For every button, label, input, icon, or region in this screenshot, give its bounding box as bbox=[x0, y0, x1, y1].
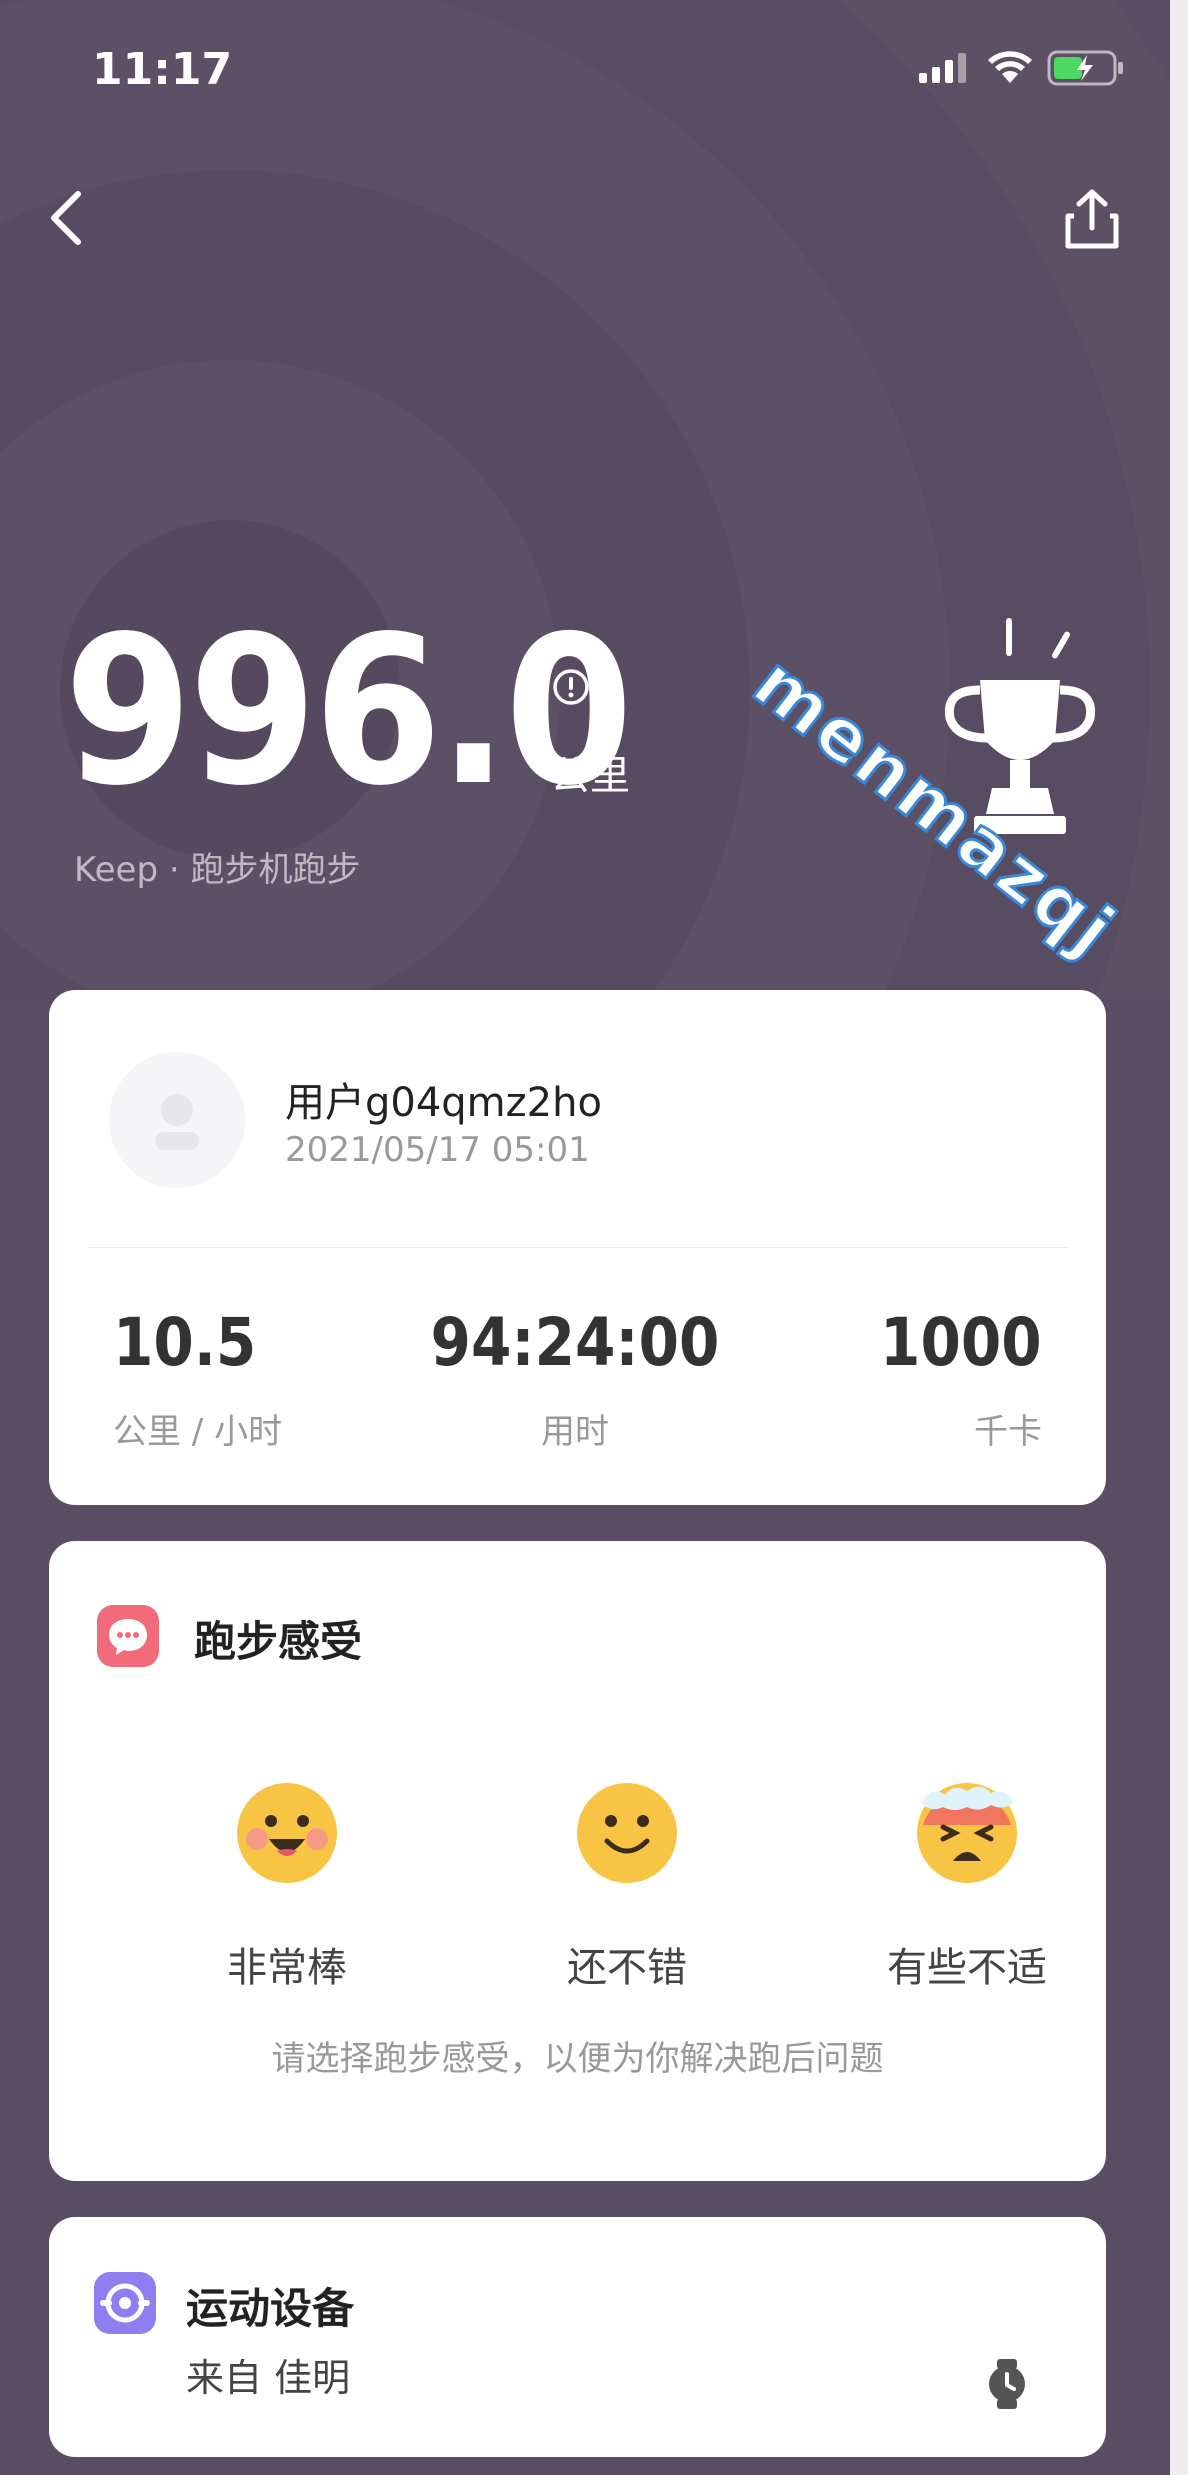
edge-strip bbox=[1170, 0, 1188, 2475]
section-title: 跑步感受 bbox=[194, 1617, 363, 1666]
status-icons bbox=[917, 50, 1125, 86]
user-placeholder-icon bbox=[155, 1094, 199, 1150]
workout-source: Keep · 跑步机跑步 bbox=[74, 850, 361, 890]
user-name: 用户g04qmz2ho bbox=[285, 1080, 602, 1126]
stat-duration: 94:24:00 用时 bbox=[405, 1310, 745, 1453]
stat-value: 10.5 bbox=[113, 1304, 257, 1381]
stat-pace: 10.5 公里 / 小时 bbox=[113, 1310, 282, 1453]
workout-datetime: 2021/05/17 05:01 bbox=[285, 1130, 590, 1170]
chat-bubble-icon bbox=[97, 1605, 159, 1667]
stat-label: 千卡 bbox=[974, 1412, 1042, 1452]
battery-icon bbox=[1047, 50, 1123, 86]
divider bbox=[87, 1247, 1068, 1248]
stat-value: 94:24:00 bbox=[430, 1304, 720, 1381]
section-title: 运动设备 bbox=[186, 2284, 355, 2333]
distance-value: 996.0 bbox=[64, 593, 633, 831]
wifi-icon bbox=[988, 51, 1032, 83]
feel-hint-text: 请选择跑步感受，以便为你解决跑后问题 bbox=[271, 2039, 884, 2079]
status-time: 11:17 bbox=[92, 44, 233, 95]
stat-label: 用时 bbox=[541, 1412, 609, 1452]
feel-option-unwell[interactable]: 有些不适 bbox=[857, 1781, 1077, 1993]
distance-unit: 公里 bbox=[550, 753, 630, 799]
smiling-face-icon bbox=[577, 1783, 677, 1883]
grinning-face-icon bbox=[237, 1783, 337, 1883]
info-icon[interactable] bbox=[551, 667, 591, 707]
workout-detail-page: 11:17 996.0 公里 Keep · 跑步机跑步 menmazqj 用户g… bbox=[0, 0, 1170, 2475]
chevron-left-icon[interactable] bbox=[42, 188, 92, 248]
feel-option-label: 非常棒 bbox=[227, 1945, 347, 1991]
feel-option-good[interactable]: 还不错 bbox=[517, 1781, 737, 1993]
stat-value: 1000 bbox=[880, 1304, 1042, 1381]
avatar[interactable] bbox=[109, 1052, 245, 1188]
running-feel-card: 跑步感受 非常棒 还不错 有些不适 请选择跑步感受，以便为你解决跑后问题 bbox=[49, 1541, 1106, 2181]
stat-label: 公里 / 小时 bbox=[113, 1412, 283, 1452]
feel-option-label: 还不错 bbox=[567, 1945, 687, 1991]
feel-option-label: 有些不适 bbox=[887, 1945, 1047, 1991]
watch-icon bbox=[989, 2359, 1025, 2409]
feel-option-great[interactable]: 非常棒 bbox=[177, 1781, 397, 1993]
device-source: 来自 佳明 bbox=[186, 2356, 351, 2400]
stat-calories: 1000 千卡 bbox=[858, 1310, 1042, 1453]
signal-icon bbox=[919, 53, 966, 83]
share-icon[interactable] bbox=[1062, 188, 1122, 252]
overheated-face-icon bbox=[917, 1783, 1017, 1883]
home-indicator[interactable] bbox=[370, 2435, 780, 2449]
device-icon bbox=[94, 2272, 156, 2334]
workout-summary-card: 用户g04qmz2ho 2021/05/17 05:01 10.5 公里 / 小… bbox=[49, 990, 1106, 1505]
sport-device-card[interactable]: 运动设备 来自 佳明 bbox=[49, 2217, 1106, 2457]
